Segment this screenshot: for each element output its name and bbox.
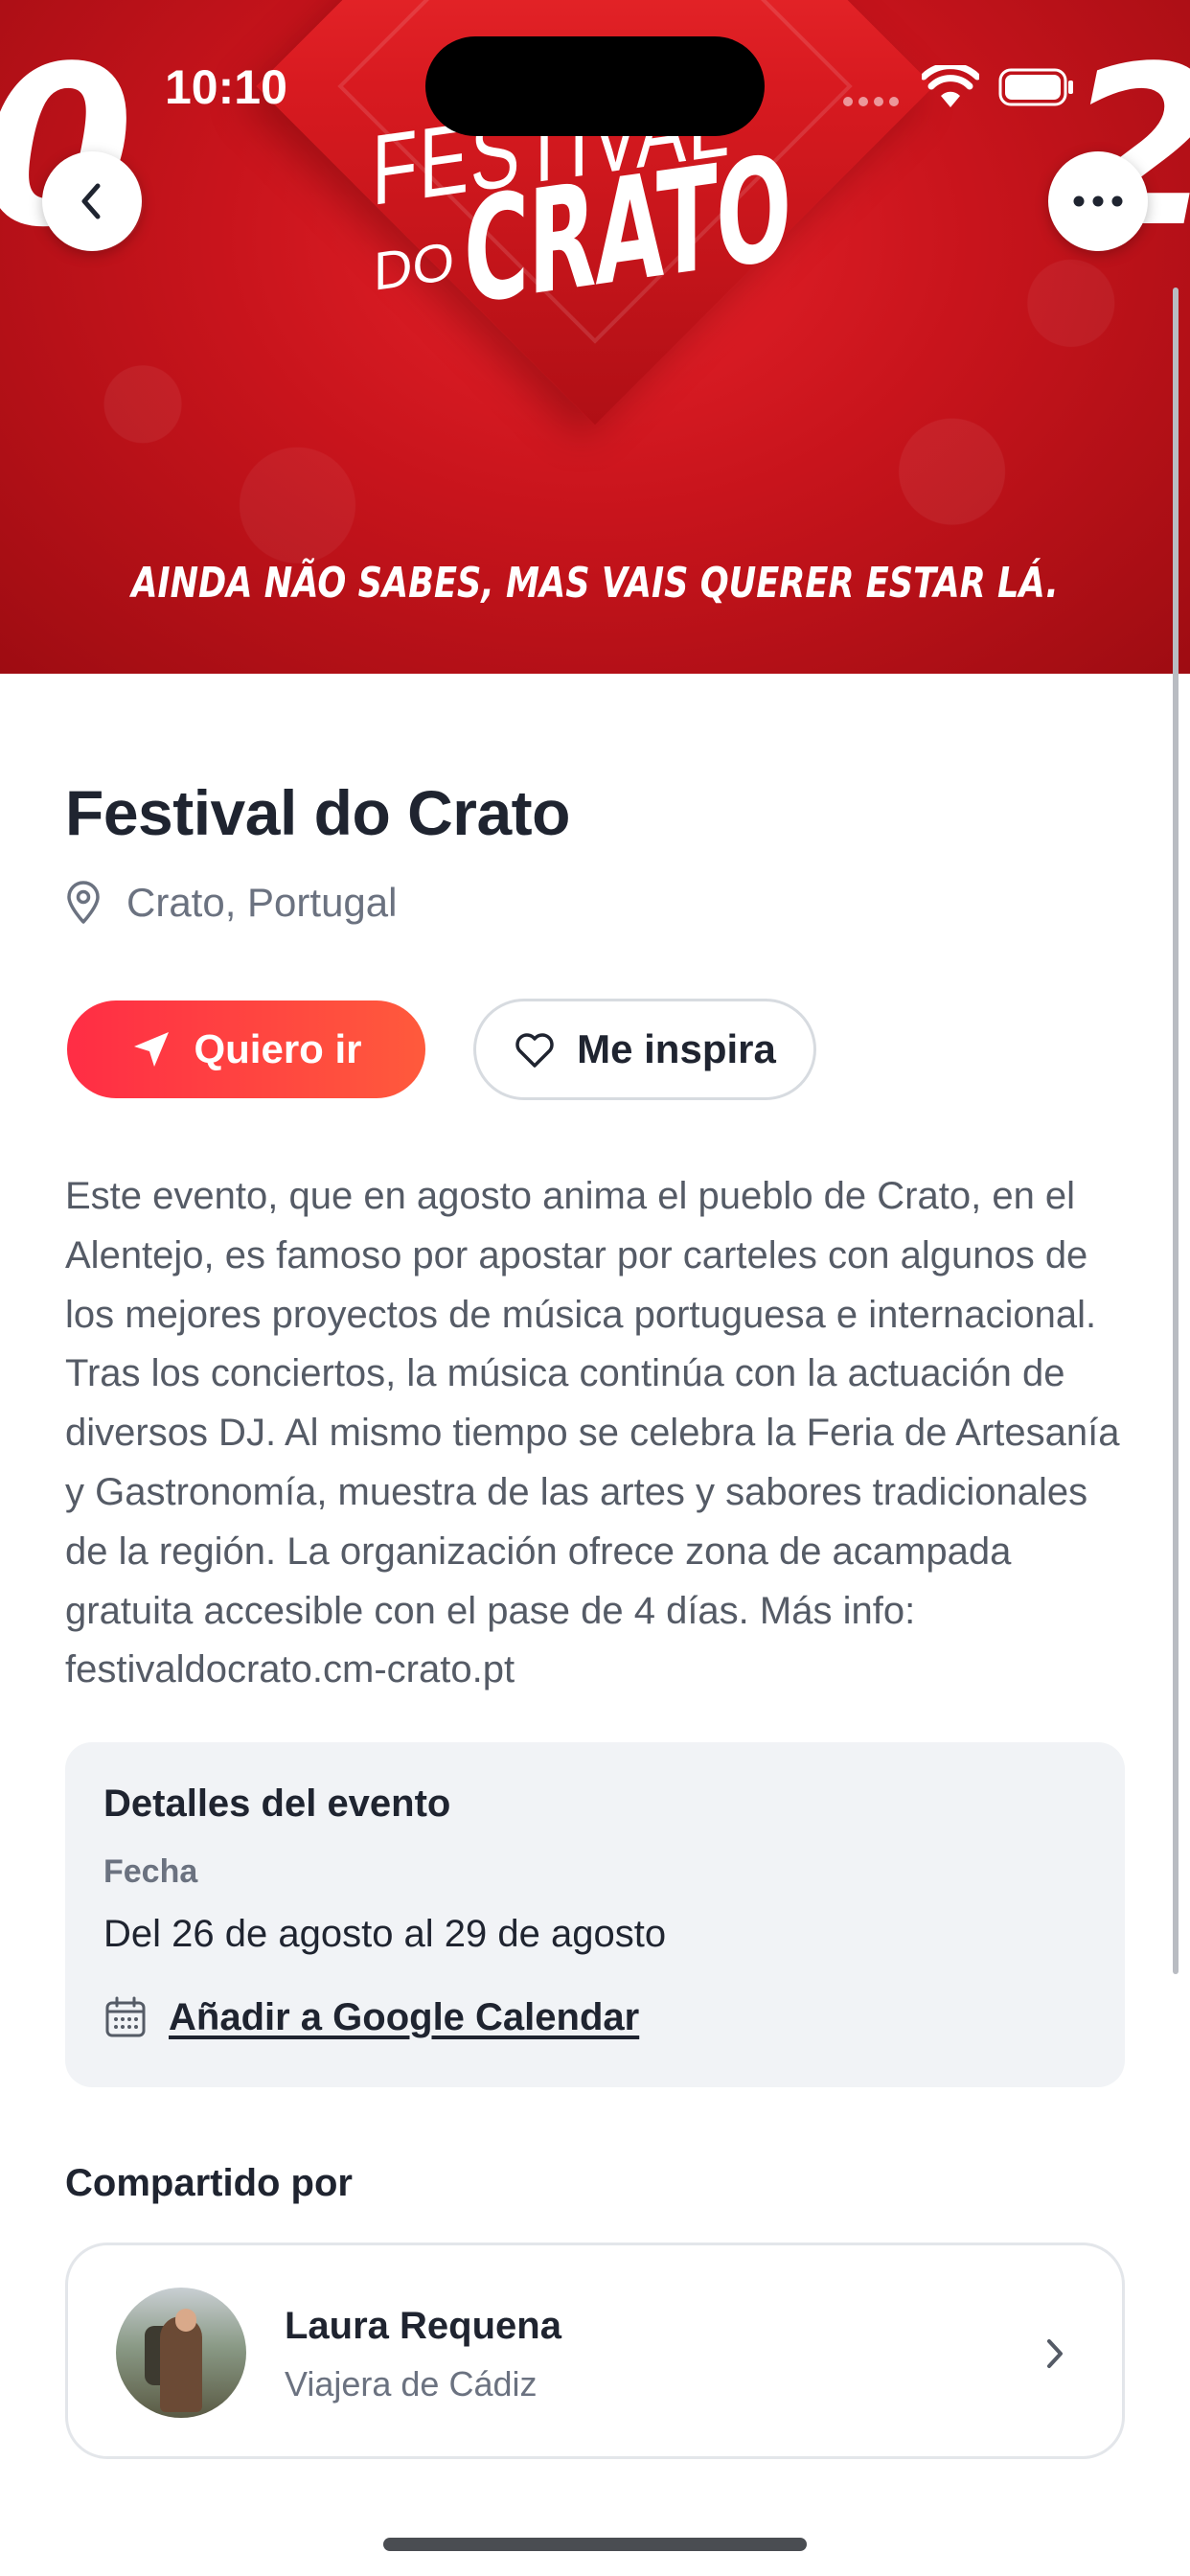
quiero-ir-label: Quiero ir — [194, 1026, 362, 1071]
shared-by-user-card[interactable]: Laura Requena Viajera de Cádiz — [65, 2242, 1125, 2459]
calendar-icon — [105, 1996, 146, 2037]
event-description: Este evento, que en agosto anima el pueb… — [65, 1175, 1120, 1691]
details-title: Detalles del evento — [103, 1782, 451, 1825]
heart-icon — [515, 1033, 554, 1068]
add-to-calendar-label[interactable]: Añadir a Google Calendar — [169, 1996, 639, 2039]
event-title: Festival do Crato — [65, 777, 570, 848]
location-pin-icon — [67, 881, 100, 924]
hero-tagline: AINDA NÃO SABES, MAS VAIS QUERER ESTAR L… — [131, 559, 1059, 608]
location-text: Crato, Portugal — [126, 880, 398, 925]
ellipsis-icon — [1073, 196, 1123, 207]
scroll-indicator[interactable] — [1173, 288, 1179, 1974]
date-value: Del 26 de agosto al 29 de agosto — [103, 1913, 667, 1955]
chevron-left-icon — [81, 183, 101, 219]
chevron-right-icon — [1047, 2339, 1063, 2368]
quiero-ir-button[interactable]: Quiero ir — [67, 1000, 425, 1098]
avatar-head — [175, 2309, 196, 2332]
wifi-icon — [922, 65, 979, 107]
dynamic-island — [425, 36, 765, 136]
user-name: Laura Requena — [285, 2305, 561, 2347]
navigation-arrow-icon — [134, 1032, 170, 1067]
more-options-button[interactable] — [1048, 151, 1148, 251]
me-inspira-button[interactable]: Me inspira — [473, 999, 816, 1100]
back-button[interactable] — [42, 151, 142, 251]
date-label: Fecha — [103, 1853, 198, 1890]
avatar — [116, 2288, 246, 2418]
event-location: Crato, Portugal — [65, 880, 397, 926]
add-to-calendar-link[interactable]: Añadir a Google Calendar — [103, 1995, 639, 2039]
battery-icon — [998, 68, 1073, 106]
cellular-signal-icon — [843, 94, 906, 106]
shared-by-title: Compartido por — [65, 2162, 353, 2204]
status-bar-time: 10:10 — [165, 60, 287, 114]
home-indicator[interactable] — [383, 2538, 807, 2551]
event-details-card: Detalles del evento Fecha Del 26 de agos… — [65, 1742, 1125, 2087]
me-inspira-label: Me inspira — [577, 1026, 776, 1071]
hero-logo-do: DO — [374, 230, 454, 302]
user-subtitle: Viajera de Cádiz — [285, 2364, 538, 2404]
